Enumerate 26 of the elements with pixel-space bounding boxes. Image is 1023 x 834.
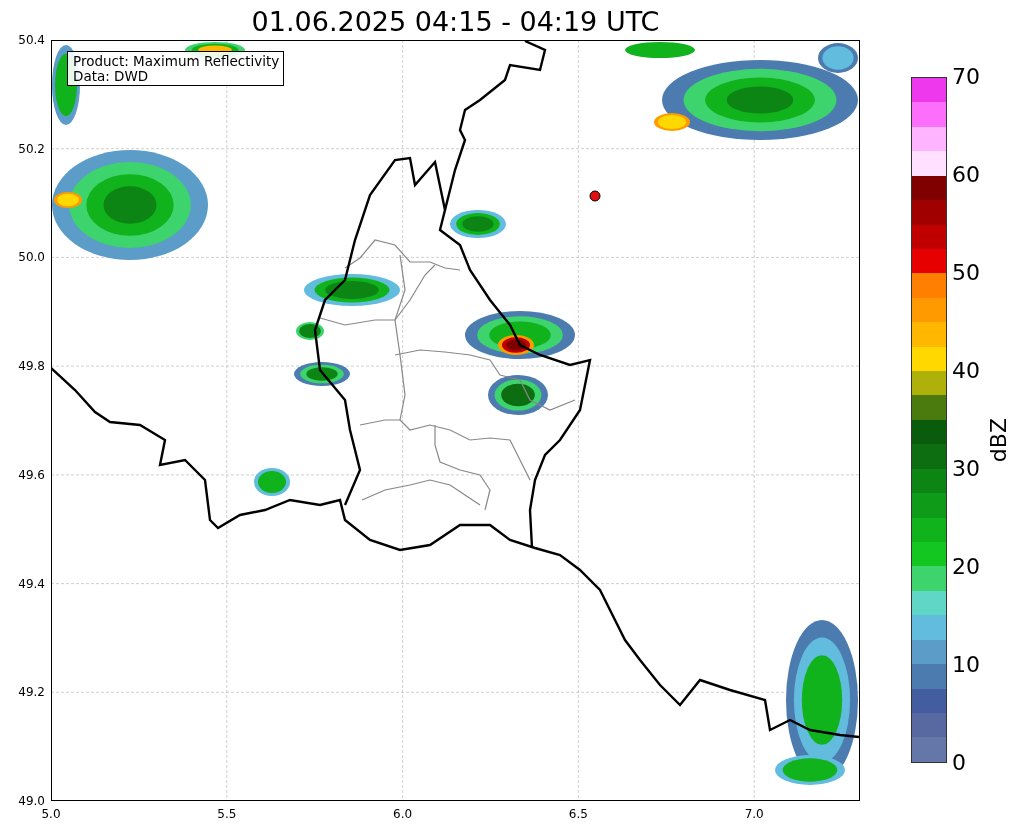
legend-text: Data: DWD [73,69,150,84]
colorbar-tick-label: 0 [952,750,967,776]
y-tick-label: 49.2 [18,685,45,700]
chart-title: 01.06.2025 04:15 - 04:19 UTC [251,5,660,39]
y-tick-label: 50.2 [18,141,45,156]
x-tick-label: 5.5 [217,807,237,823]
colorbar-tick-label: 10 [952,652,980,678]
colorbar-tick-label: 60 [952,162,980,188]
legend-text: Product: Maximum Reflectivity [73,54,280,69]
x-tick-label: 5.0 [41,807,61,823]
x-tick-label: 6.0 [393,807,413,823]
y-tick-label: 50.4 [18,33,45,47]
colorbar-label: dBZ [986,417,1012,463]
location-marker-icon [589,190,601,202]
colorbar-tick-label: 20 [952,554,980,580]
y-tick-label: 50.0 [18,250,45,265]
colorbar-tick-label: 40 [952,358,980,384]
y-tick-label: 49.4 [18,576,45,591]
y-tick-label: 49.0 [18,793,45,808]
colorbar-tick-label: 50 [952,260,980,286]
x-tick-label: 6.5 [568,807,588,823]
colorbar-tick-label: 30 [952,456,980,482]
x-tick-label: 7.0 [744,807,764,823]
y-tick-label: 49.8 [18,359,45,374]
colorbar-tick-label: 70 [952,64,980,90]
y-tick-label: 49.6 [18,467,45,482]
